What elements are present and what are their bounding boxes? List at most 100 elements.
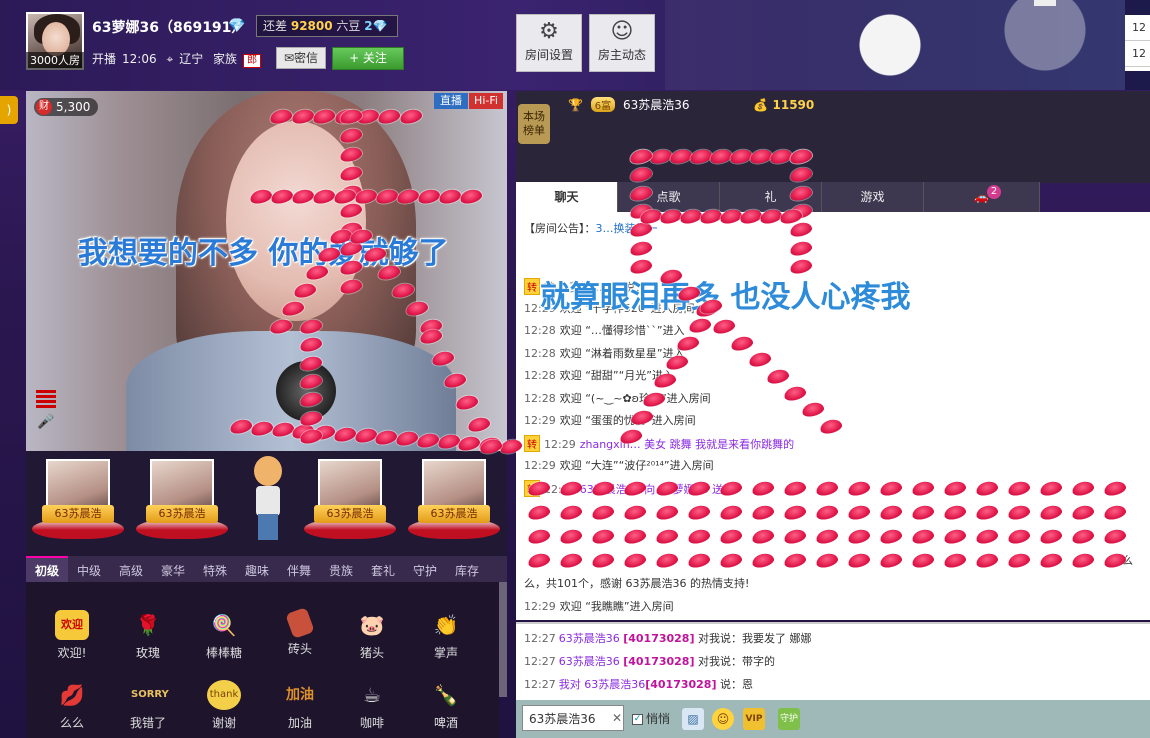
gift-scrollbar[interactable] (499, 582, 507, 697)
private-uid[interactable]: [40173028] (623, 655, 694, 668)
cartoon-avatar[interactable] (248, 456, 288, 542)
vip-icon[interactable]: VIP (743, 708, 765, 730)
chat-line: 转 12:29 zhangxin… 美女 跳舞 我就是来看你跳舞的 (524, 435, 794, 452)
microphone-icon[interactable]: 🎤 (36, 414, 56, 434)
coffee-gift-icon: ☕ (363, 683, 381, 707)
seat-slot[interactable]: 63苏晨浩 (136, 459, 228, 539)
gift-tab[interactable]: 中级 (68, 558, 110, 584)
chat-line: 12:28 欢迎 “甜甜”“月光”进入 (524, 367, 674, 383)
car-count-badge: 2 (987, 185, 1001, 199)
private-nick[interactable]: 63苏晨浩36 (559, 632, 620, 645)
gift-tab[interactable]: 趣味 (236, 558, 278, 584)
gift-name: 棒棒糖 (205, 646, 242, 660)
gift-category-tabs: 初级 中级 高级 豪华 特殊 趣味 伴舞 贵族 套礼 守护 库存 (26, 556, 507, 584)
host-feed-button[interactable]: ☺ 房主动态 (589, 14, 655, 72)
repost-tag: 转 (524, 480, 540, 497)
rank-list-badge[interactable]: 本场榜单 (518, 104, 550, 144)
chat-text: 欢迎 “我瞧瞧”进入房间 (559, 600, 674, 613)
gift-item[interactable]: 🍾 啤酒 (418, 680, 474, 731)
gear-icon: ⚙ (539, 19, 559, 44)
gift-name: 咖啡 (359, 716, 384, 730)
private-nick[interactable]: 我对 63苏晨浩36 (559, 678, 646, 691)
gift-tab[interactable]: 特殊 (194, 558, 236, 584)
seat-slot[interactable]: 63苏晨浩 (32, 459, 124, 539)
gift-item[interactable]: 🐷 猪头 (344, 610, 400, 661)
gift-item[interactable]: ☕ 咖啡 (344, 680, 400, 731)
location-pin-icon: ⌖ (166, 52, 174, 66)
live-time: 12:06 (122, 52, 157, 66)
right-edge-input[interactable]: 12 (1125, 15, 1150, 41)
rank-user: 63苏晨浩36 (622, 98, 690, 112)
emoji-icon[interactable]: ☺ (712, 708, 734, 730)
whisper-checkbox[interactable]: ✓ 悄悄 (632, 710, 670, 727)
family-tag[interactable]: 郎 (243, 54, 262, 68)
private-message-button[interactable]: ✉密信 (276, 47, 326, 69)
gift-tab[interactable]: 守护 (404, 558, 446, 584)
private-time: 12:27 (524, 632, 556, 645)
gift-item[interactable]: SORRY 我错了 (120, 680, 176, 731)
gift-item[interactable]: 👏 掌声 (418, 610, 474, 661)
gift-name: 谢谢 (211, 716, 236, 730)
gift-item[interactable]: 欢迎 欢迎! (44, 610, 100, 661)
gift-item[interactable]: 🍭 棒棒糖 (196, 610, 252, 661)
level-gap-box: 还差 92800 六豆 2💎 (256, 15, 398, 37)
hifi-tag[interactable]: Hi-Fi (469, 93, 503, 109)
gap-label: 还差 (263, 19, 288, 33)
gift-item[interactable]: 加油 加油 (272, 680, 328, 731)
cartoon-body (256, 486, 280, 516)
room-settings-label: 房间设置 (524, 48, 573, 62)
private-msg: 对我说：带字的 (698, 655, 775, 668)
chat-time: 12:28 (524, 324, 556, 337)
video-side-controls: 🎤 (36, 390, 58, 434)
seat-slot[interactable]: 63苏晨浩 (408, 459, 500, 539)
chat-text: 么，共101个，感谢 63苏晨浩36 的热情支持! (524, 577, 750, 590)
checkbox-box[interactable]: ✓ (632, 714, 643, 725)
tab-gift[interactable]: 礼 (720, 182, 822, 212)
image-icon[interactable]: ▨ (682, 708, 704, 730)
gift-item[interactable]: 🌹 玫瑰 (120, 610, 176, 661)
seat-slot[interactable]: 63苏晨浩 (304, 459, 396, 539)
room-settings-button[interactable]: ⚙ 房间设置 (516, 14, 582, 72)
gap-unit: 六豆 (336, 19, 361, 33)
private-time: 12:27 (524, 655, 556, 668)
close-icon[interactable]: ✕ (612, 705, 622, 731)
follow-button[interactable]: + 关注 (332, 47, 404, 70)
diamond-icon: 💎 (228, 18, 246, 34)
live-info-row: 开播 12:06 ⌖ 辽宁 家族郎 (92, 50, 267, 68)
gift-tab[interactable]: 贵族 (320, 558, 362, 584)
private-uid[interactable]: [40173028] (645, 678, 716, 691)
wealth-icon: 财 (36, 99, 52, 115)
tab-car[interactable]: 🚗 (924, 182, 1040, 212)
cheer-gift-icon: 加油 (286, 687, 314, 703)
clap-gift-icon: 👏 (433, 613, 459, 637)
thanks-gift-icon: thank (207, 680, 241, 710)
volume-bars-icon[interactable] (36, 390, 56, 410)
gift-tab[interactable]: 高级 (110, 558, 152, 584)
cartoon-head (254, 456, 282, 486)
gift-item[interactable]: 砖头 (272, 607, 328, 657)
chat-line: 12:28 欢迎 “…懂得珍惜``”进入 (524, 322, 685, 338)
private-nick[interactable]: 63苏晨浩36 (559, 655, 620, 668)
chat-line: 么，共101个，感谢 63苏晨浩36 的热情支持! (524, 575, 749, 591)
tab-chat[interactable]: 聊天 (516, 182, 618, 212)
gift-tab[interactable]: 初级 (26, 556, 68, 584)
gift-item[interactable]: thank 谢谢 (196, 680, 252, 731)
tab-song-request[interactable]: 点歌 (618, 182, 720, 212)
window-control[interactable] (1034, 0, 1056, 6)
gift-tab[interactable]: 伴舞 (278, 558, 320, 584)
chat-text: 欢迎 “甜甜”“月光”进入 (559, 369, 674, 382)
private-uid[interactable]: [40173028] (623, 632, 694, 645)
right-edge-input[interactable]: 12 (1125, 41, 1150, 67)
left-side-tab[interactable]: ) (0, 96, 18, 124)
tab-games[interactable]: 游戏 (822, 182, 924, 212)
gift-tab[interactable]: 库存 (446, 558, 488, 584)
gift-item[interactable]: 💋 么么 (44, 680, 100, 731)
right-edge-inputs[interactable]: 12 12 (1125, 15, 1150, 71)
anchor-name: 63萝娜36（869191） (92, 20, 246, 36)
rank-top-entry[interactable]: 🏆 6富 63苏晨浩36 💰 11590 (568, 96, 814, 113)
chat-target-select[interactable]: 63苏晨浩36 (522, 705, 624, 731)
gift-tab[interactable]: 套礼 (362, 558, 404, 584)
gift-tab[interactable]: 豪华 (152, 558, 194, 584)
guard-icon[interactable]: 守护 (778, 708, 800, 730)
private-messages[interactable]: 12:27 63苏晨浩36 [40173028] 对我说：我要发了 娜娜 12:2… (516, 622, 1150, 700)
